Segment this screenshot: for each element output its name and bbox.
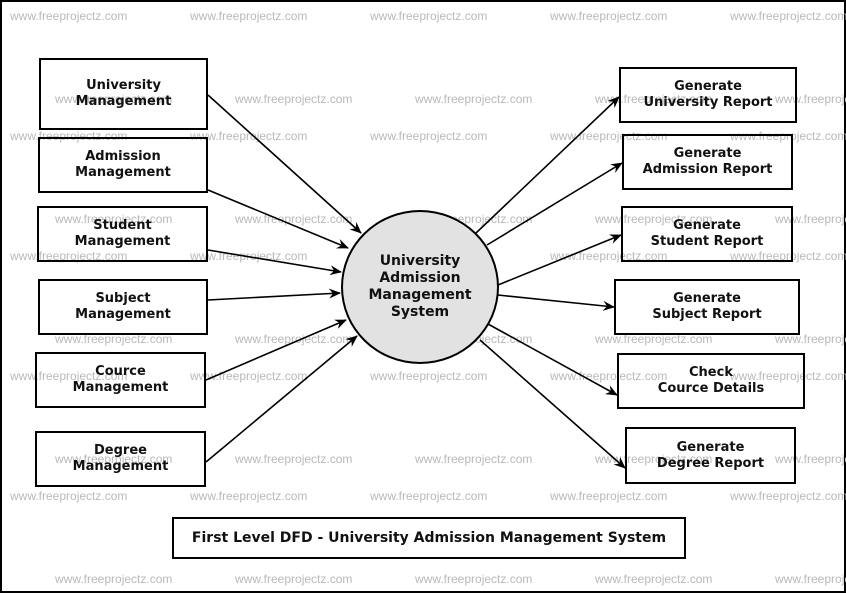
entity-check-cource-details[interactable]: Check Cource Details [617, 353, 805, 409]
entity-label-line: Cource [95, 364, 146, 379]
entity-label-line: Student Report [650, 234, 764, 249]
entity-label-line: Cource Details [657, 381, 765, 396]
entity-label-line: Management [72, 459, 169, 474]
entity-label-line: Generate [673, 146, 742, 161]
entity-label-line: Management [74, 234, 171, 249]
entity-generate-admission-report[interactable]: Generate Admission Report [622, 134, 793, 190]
diagram-title: First Level DFD - University Admission M… [191, 530, 667, 546]
entity-label-line: Management [75, 307, 171, 322]
process-label-line: Management [368, 287, 472, 303]
entity-label-line: Generate [674, 79, 742, 94]
entity-label-line: Check [689, 365, 733, 380]
entity-label-line: Subject Report [652, 307, 762, 322]
process-label-line: System [390, 304, 450, 320]
entity-label-line: Subject [95, 291, 151, 306]
entity-student-management[interactable]: Student Management [37, 206, 208, 262]
entity-label-line: Management [75, 94, 172, 109]
entity-generate-university-report[interactable]: Generate University Report [619, 67, 797, 123]
entity-label-line: Management [72, 380, 169, 395]
entity-admission-management[interactable]: Admission Management [38, 137, 208, 193]
entity-label-line: Degree [94, 443, 147, 458]
entity-label-line: Student [93, 218, 152, 233]
entity-label-line: Management [75, 165, 171, 180]
entity-cource-management[interactable]: Cource Management [35, 352, 206, 408]
flow-arrow-student-management-to-process [207, 249, 342, 276]
entity-generate-degree-report[interactable]: Generate Degree Report [625, 427, 796, 484]
flow-arrow-degree-management-to-process [205, 335, 358, 463]
flow-arrow-process-to-generate-student-report [497, 234, 622, 286]
entity-label-line: University Report [643, 95, 773, 110]
flow-arrow-admission-management-to-process [207, 189, 349, 249]
diagram-title-box: First Level DFD - University Admission M… [172, 517, 686, 559]
process-label-line: Admission [379, 270, 461, 286]
flow-arrow-process-to-generate-subject-report [497, 294, 615, 311]
flow-arrow-subject-management-to-process [207, 288, 341, 301]
entity-degree-management[interactable]: Degree Management [35, 431, 206, 487]
entity-label-line: Degree Report [656, 455, 765, 471]
entity-label-line: Admission [85, 149, 161, 164]
entity-label-line: Generate [676, 439, 745, 455]
entity-university-management[interactable]: University Management [39, 58, 208, 130]
process-university-admission-management-system[interactable]: University Admission Management System [341, 210, 499, 364]
entity-label-line: University [86, 78, 161, 93]
flow-arrow-process-to-generate-university-report [475, 96, 620, 234]
entity-subject-management[interactable]: Subject Management [38, 279, 208, 335]
entity-generate-student-report[interactable]: Generate Student Report [621, 206, 793, 262]
flow-arrow-cource-management-to-process [205, 319, 347, 381]
entity-label-line: Generate [673, 291, 741, 306]
entity-label-line: Admission Report [642, 162, 773, 177]
entity-generate-subject-report[interactable]: Generate Subject Report [614, 279, 800, 335]
flow-arrow-university-management-to-process [207, 94, 362, 234]
entity-label-line: Generate [673, 218, 741, 233]
flow-arrow-process-to-check-cource-details [487, 323, 618, 396]
process-label-line: University [379, 253, 461, 269]
dfd-canvas: www.freeprojectz.com www.freeprojectz.com… [0, 0, 846, 593]
